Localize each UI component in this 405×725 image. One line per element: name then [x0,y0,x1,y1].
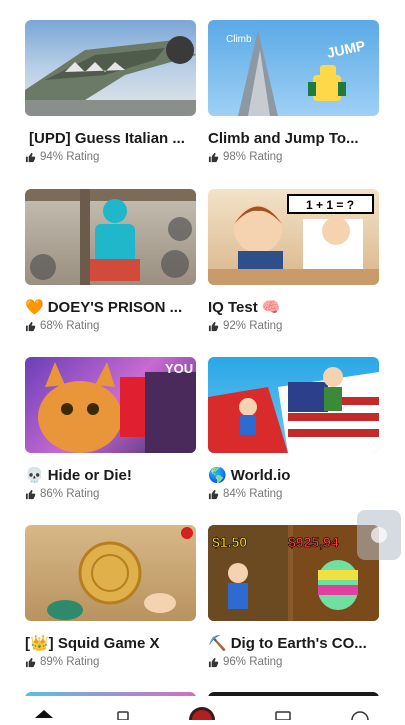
floating-menu-button[interactable] [357,510,401,560]
game-thumbnail[interactable] [208,357,379,453]
game-rating: 86% Rating [25,488,196,500]
game-rating: 96% Rating [208,656,379,668]
thumbs-up-icon [208,489,219,499]
thumbs-up-icon [25,152,36,162]
thumbs-up-icon [208,657,219,667]
discover-icon[interactable] [117,711,129,721]
game-rating: 94% Rating [25,151,196,163]
game-thumbnail[interactable]: $1.50 $925,94 [208,525,379,621]
game-title: Climb and Jump To... [208,130,359,147]
more-icon[interactable] [351,711,369,725]
globe-icon: 🌎 [208,467,227,484]
price-right-label: $925,94 [288,534,339,550]
game-rating: 92% Rating [208,320,379,332]
thumbs-up-icon [25,489,36,499]
game-title: [👑] Squid Game X [25,635,160,652]
home-icon[interactable] [35,710,53,718]
game-thumbnail[interactable] [25,525,196,621]
game-title: IQ Test 🧠 [208,299,281,316]
game-emoji: 🧠 [261,299,281,316]
game-rating: 89% Rating [25,656,196,668]
game-title: ⛏️ Dig to Earth's CO... [208,635,367,652]
pickaxe-icon: ⛏️ [208,635,227,652]
game-thumbnail[interactable] [25,189,196,285]
thumbs-up-icon [25,321,36,331]
game-thumbnail[interactable] [25,20,196,116]
jump-label: JUMP [325,37,366,61]
game-title: 💀 Hide or Die! [25,467,132,484]
climb-label: Climb [226,34,252,45]
game-card[interactable]: [👑] Squid Game X 89% Rating [25,525,196,668]
thumbs-up-icon [25,657,36,667]
game-thumbnail[interactable]: 1 + 1 = ? [208,189,379,285]
equation-label: 1 + 1 = ? [306,198,354,212]
thumbs-up-icon [208,152,219,162]
skull-icon: 💀 [25,467,44,484]
game-card[interactable]: 🌎 World.io 84% Rating [208,357,379,500]
game-rating: 84% Rating [208,488,379,500]
thumbs-up-icon [208,321,219,331]
game-title: 🌎 World.io [208,467,291,484]
game-title: [UPD] Guess Italian ... [29,130,185,147]
game-card[interactable]: YOU 💀 Hide or Die! 86% Rating [25,357,196,500]
game-card[interactable]: [UPD] Guess Italian ... 94% Rating [25,20,196,163]
game-card[interactable]: 1 + 1 = ? IQ Test 🧠 92% Rating [208,189,379,332]
game-thumbnail[interactable]: JUMP Climb [208,20,379,116]
game-emoji: 🧡 [25,299,44,316]
bottom-navigation [0,696,405,725]
chat-icon[interactable] [275,711,291,721]
game-thumbnail[interactable]: YOU [25,357,196,453]
game-card[interactable]: $1.50 $925,94 ⛏️ Dig to Earth's CO... 96%… [208,525,379,668]
game-card[interactable]: 🧡 DOEY'S PRISON ... 68% Rating [25,189,196,332]
you-label: YOU [165,361,193,376]
game-card[interactable]: JUMP Climb Climb and Jump To... 98% Rati… [208,20,379,163]
avatar-icon[interactable] [189,707,215,725]
game-rating: 98% Rating [208,151,379,163]
game-title: 🧡 DOEY'S PRISON ... [25,299,183,316]
price-left-label: $1.50 [212,534,247,550]
game-rating: 68% Rating [25,320,196,332]
